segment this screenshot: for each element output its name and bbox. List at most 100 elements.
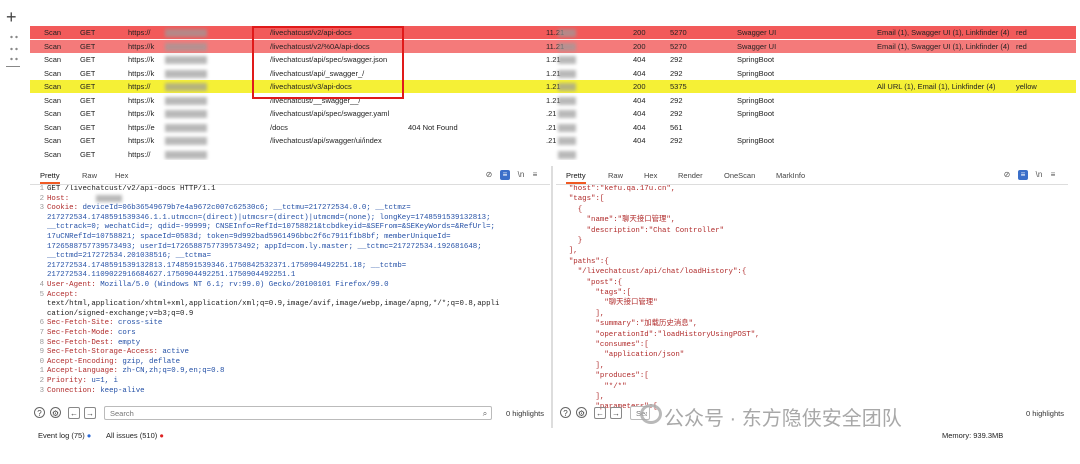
request-line: Sec-Fetch-Site: cross-site — [47, 319, 162, 328]
eye-slash-icon[interactable]: ⊘ — [1002, 170, 1012, 180]
cell-tool: Scan — [44, 109, 62, 118]
request-line: cation/signed-exchange;v=b3;q=0.9 — [47, 310, 193, 319]
json-line: "application/json" — [560, 351, 685, 360]
json-line: "*/*" — [560, 382, 627, 391]
help-icon[interactable]: ? — [34, 407, 45, 418]
menu-icon[interactable]: ≡ — [530, 170, 540, 180]
cell-tool: Scan — [44, 68, 62, 78]
header-key: Host: — [47, 194, 74, 203]
search-input[interactable] — [104, 406, 492, 420]
search-icon[interactable]: ⌕ — [480, 409, 490, 419]
header-value: cation/signed-exchange;v=b3;q=0.9 — [47, 309, 194, 318]
line-number: 2 — [39, 194, 44, 203]
table-row[interactable]: Scan GET https:///livechatcust/v3/api-docs… — [30, 80, 1076, 93]
cell-method: GET — [80, 149, 96, 159]
json-line: "聊天接口管理" — [560, 299, 658, 308]
json-line: ], — [560, 309, 605, 318]
cell-len: 292 — [670, 109, 683, 118]
cell-method: GET — [80, 41, 96, 51]
tab-pretty[interactable]: Pretty — [40, 171, 60, 184]
tab-raw[interactable]: Raw — [608, 171, 623, 180]
line-number: 7 — [39, 329, 44, 337]
table-row[interactable]: Scan GET https://k/livechatcust/v2/%0A/api… — [30, 39, 1076, 53]
header-value: 1726588757739573493; userId=172658875773… — [47, 242, 482, 251]
redaction-blur — [165, 150, 207, 159]
drag-handle-icon[interactable] — [9, 34, 19, 40]
drag-handle-icon[interactable] — [9, 56, 19, 62]
header-value: 17uCNRefId=10758821; spaceId=0583d; toke… — [47, 233, 451, 241]
gear-icon[interactable]: ⚙ — [50, 407, 61, 418]
header-value: __tctmd=217272534.201038516; __tctma= — [47, 252, 212, 261]
newline-icon[interactable]: \n — [1034, 170, 1044, 180]
header-value: cross-site — [117, 319, 163, 328]
memory-usage: Memory: 939.3MB — [942, 431, 1004, 440]
table-row[interactable]: Scan GET https://k/livechatcust/api/spec/s… — [30, 53, 1076, 66]
drag-handle-icon[interactable] — [9, 46, 19, 52]
back-arrow-icon[interactable]: ← — [68, 407, 80, 419]
table-row[interactable]: Scan GET https://k/livechatcust/api/_swagg… — [30, 67, 1076, 80]
tab-onescan[interactable]: OneScan — [724, 171, 755, 180]
header-value: cors — [117, 329, 136, 337]
json-line: "tags":[ — [560, 289, 631, 297]
add-icon[interactable]: + — [6, 8, 17, 26]
cell-mime: SpringBoot — [737, 136, 775, 145]
header-value: __tctrack=0; wechatCid=; qdid=-99999; CN… — [47, 223, 495, 232]
cell-mime: Swagger UI — [737, 41, 777, 51]
header-key: Sec-Fetch-Site: — [47, 319, 118, 328]
list-icon[interactable]: ≡ — [1018, 170, 1028, 180]
line-number: 1 — [39, 185, 44, 193]
help-icon[interactable]: ? — [560, 407, 571, 418]
back-arrow-icon[interactable]: ← — [594, 407, 606, 419]
request-line: Priority: u=1, i — [47, 377, 118, 386]
http-history-table: Scan GET https:///livechatcust/v2/api-docs… — [30, 26, 1076, 160]
eye-slash-icon[interactable]: ⊘ — [484, 170, 494, 180]
highlights-count: 0 highlights — [1026, 409, 1064, 418]
request-line: 217272534.1109022916684627.1750904492251… — [47, 271, 295, 280]
cell-ip: .21 — [546, 122, 557, 132]
tab-markinfo[interactable]: MarkInfo — [776, 171, 805, 180]
redaction-blur — [558, 42, 576, 51]
table-row[interactable]: Scan GET https://k/livechatcust/__swagger_… — [30, 94, 1076, 107]
menu-icon[interactable]: ≡ — [1048, 170, 1058, 180]
divider — [6, 66, 20, 67]
tab-pretty[interactable]: Pretty — [566, 171, 586, 184]
cell-code: 404 — [633, 136, 646, 145]
redaction-blur — [165, 56, 207, 64]
json-line: } — [560, 237, 583, 245]
cell-mime: SpringBoot — [737, 109, 775, 118]
table-row[interactable]: Scan GET https://k/livechatcust/api/spec/s… — [30, 107, 1076, 120]
status-bar: Event log (75) ● All issues (510) ● Memo… — [30, 428, 1076, 444]
request-tabs: Pretty Raw Hex ⊘ ≡ \n ≡ — [30, 166, 550, 185]
request-line: 217272534.1748591539132813.1748591539346… — [47, 262, 406, 271]
json-line: "summary":"加载历史消息", — [560, 320, 698, 329]
table-row[interactable]: Scan GET https:///livechatcust/v2/api-docs… — [30, 26, 1076, 39]
table-row[interactable]: Scan GET https://k/livechatcust/api/swagge… — [30, 134, 1076, 147]
all-issues-link[interactable]: All issues (510) ● — [106, 428, 164, 444]
table-row[interactable]: Scan GET https:// — [30, 148, 1076, 161]
newline-icon[interactable]: \n — [516, 170, 526, 180]
redaction-blur — [165, 83, 207, 91]
list-icon[interactable]: ≡ — [500, 170, 510, 180]
tab-raw[interactable]: Raw — [82, 171, 97, 180]
forward-arrow-icon[interactable]: → — [84, 407, 96, 419]
header-key: User-Agent: — [47, 281, 101, 289]
event-log-link[interactable]: Event log (75) ● — [38, 428, 91, 444]
gear-icon[interactable]: ⚙ — [576, 407, 587, 418]
redaction-blur — [165, 123, 207, 132]
cell-len: 292 — [670, 68, 683, 78]
request-editor[interactable]: 1 GET /livechatcust/v2/api-docs HTTP/1.1 2… — [30, 185, 550, 419]
redaction-blur — [165, 29, 207, 37]
redaction-blur — [558, 123, 576, 132]
response-editor[interactable]: "host":"kefu.qa.17u.cn", "tags":[ { "nam… — [556, 185, 1068, 419]
watermark-logo-icon — [640, 404, 662, 424]
pane-divider[interactable] — [551, 166, 553, 428]
request-line: Sec-Fetch-Storage-Access: active — [47, 348, 189, 357]
tab-hex[interactable]: Hex — [115, 171, 128, 180]
tab-render[interactable]: Render — [678, 171, 703, 180]
forward-arrow-icon[interactable]: → — [610, 407, 622, 419]
tab-hex[interactable]: Hex — [644, 171, 657, 180]
line-number: 4 — [39, 281, 44, 289]
json-line: ], — [560, 361, 605, 370]
redaction-blur — [165, 110, 207, 118]
table-row[interactable]: Scan GET https://e/docs 404 Not Found .21 404… — [30, 121, 1076, 134]
